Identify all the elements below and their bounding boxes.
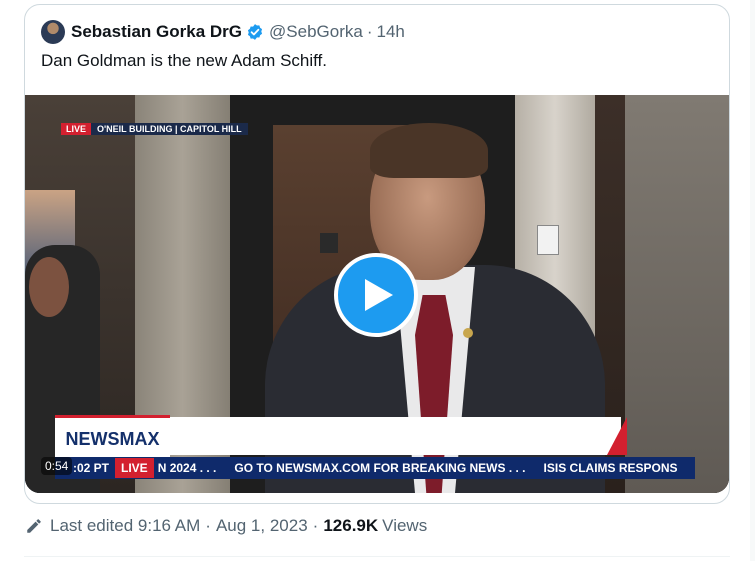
tweet-header: Sebastian Gorka DrG @SebGorka · 14h [41, 19, 405, 45]
timestamp[interactable]: 14h [377, 22, 405, 42]
video-frame-lapel-pin [463, 328, 473, 338]
views-count: 126.9K [323, 516, 379, 535]
tweet-date[interactable]: Aug 1, 2023 [216, 516, 308, 536]
separator-dot: · [205, 516, 211, 535]
tweet-text: Dan Goldman is the new Adam Schiff. [41, 51, 328, 70]
pencil-icon [25, 517, 43, 535]
handle[interactable]: @SebGorka [269, 22, 363, 42]
video-frame-sign [537, 225, 559, 255]
divider [24, 556, 730, 557]
video-player[interactable]: LIVE O'NEIL BUILDING | CAPITOL HILL NEWS… [25, 95, 729, 493]
tweet-card: Sebastian Gorka DrG @SebGorka · 14h Dan … [24, 4, 730, 504]
broadcast-live-label: LIVE [61, 122, 92, 135]
network-logo: NEWSMAX [55, 415, 170, 460]
verified-badge-icon[interactable] [246, 23, 264, 41]
separator-dot: · [366, 22, 373, 41]
ticker-live-label: LIVE [115, 458, 154, 478]
video-frame-wall [625, 95, 729, 493]
video-frame-sign [320, 233, 338, 253]
news-ticker: :02 PT LIVE N 2024 . . . GO TO NEWSMAX.C… [55, 457, 695, 479]
ticker-item: ISIS CLAIMS RESPONS [543, 461, 678, 475]
scrollbar-track[interactable] [750, 0, 755, 561]
separator-dot: · [312, 516, 319, 535]
display-name[interactable]: Sebastian Gorka DrG [71, 22, 242, 42]
avatar[interactable] [41, 20, 65, 44]
views-label: Views [382, 516, 428, 535]
ticker-item: N 2024 . . . [157, 461, 217, 475]
last-edited-link[interactable]: Last edited 9:16 AM [50, 516, 200, 536]
ticker-item: GO TO NEWSMAX.COM FOR BREAKING NEWS . . … [234, 461, 526, 475]
video-frame-subject-hair [370, 123, 488, 178]
play-icon [363, 277, 395, 313]
video-duration: 0:54 [41, 457, 73, 475]
play-button[interactable] [334, 253, 418, 337]
broadcast-location-tag: LIVE O'NEIL BUILDING | CAPITOL HILL [61, 122, 248, 135]
broadcast-location-label: O'NEIL BUILDING | CAPITOL HILL [91, 122, 248, 135]
tweet-meta: Last edited 9:16 AM · Aug 1, 2023 · 126.… [25, 514, 427, 538]
